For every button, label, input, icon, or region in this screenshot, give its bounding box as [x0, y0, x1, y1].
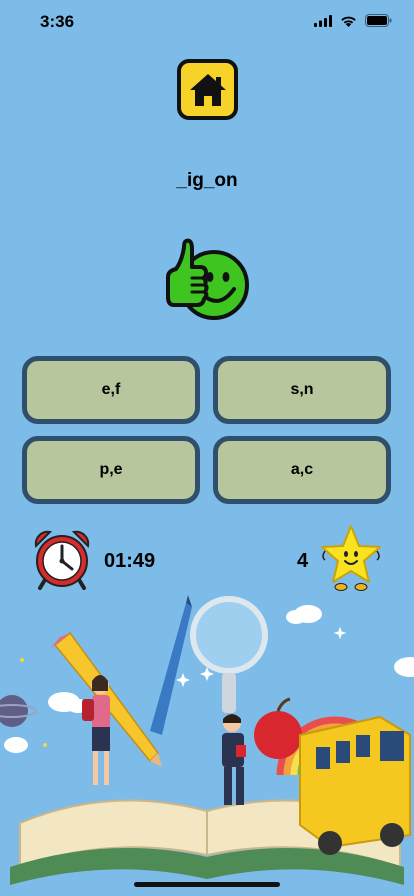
answer-button-1[interactable]: e,f	[22, 356, 200, 424]
thumbs-up-smiley-icon	[166, 238, 249, 320]
answer-button-4[interactable]: a,c	[213, 436, 391, 504]
score-display: 4	[297, 550, 309, 572]
puzzle-word: _ig_on	[176, 170, 238, 191]
wifi-icon	[341, 16, 356, 27]
answer-label: a,c	[290, 461, 314, 478]
star-icon	[321, 525, 381, 591]
status-bar: 3:36	[0, 0, 414, 44]
answer-label: s,n	[290, 381, 314, 398]
background-scene-illustration	[0, 595, 414, 885]
answer-label: e,f	[101, 381, 121, 398]
home-indicator	[134, 882, 280, 887]
answer-label: p,e	[99, 461, 123, 478]
answer-button-3[interactable]: p,e	[22, 436, 200, 504]
signal-icon	[314, 14, 332, 27]
status-icons	[314, 14, 392, 27]
status-time: 3:36	[40, 12, 75, 31]
home-icon	[189, 73, 226, 106]
home-button[interactable]	[177, 59, 238, 120]
answer-button-2[interactable]: s,n	[213, 356, 391, 424]
battery-icon	[365, 14, 392, 27]
alarm-clock-icon	[34, 530, 90, 590]
timer-display: 01:49	[104, 550, 156, 572]
